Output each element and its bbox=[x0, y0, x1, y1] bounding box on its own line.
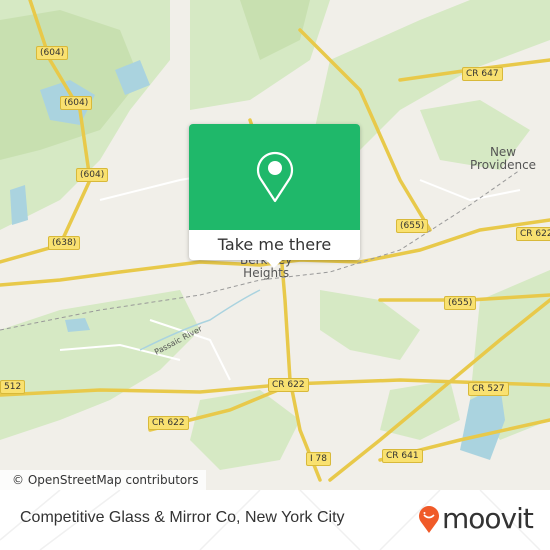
road-label: CR 622 bbox=[516, 227, 550, 241]
attribution[interactable]: © OpenStreetMap contributors bbox=[0, 470, 207, 490]
road-label: CR 641 bbox=[382, 449, 423, 463]
road-label: CR 647 bbox=[462, 67, 503, 81]
road-label: (638) bbox=[48, 236, 81, 250]
moovit-pin-icon bbox=[419, 505, 439, 533]
road-label: 512 bbox=[0, 380, 26, 394]
road-label: CR 622 bbox=[268, 378, 309, 392]
road-label: (655) bbox=[396, 219, 429, 233]
brand-name: moovit bbox=[442, 502, 534, 535]
map-pin-icon bbox=[256, 151, 293, 203]
road-label: I 78 bbox=[306, 452, 331, 466]
popup-pointer bbox=[265, 259, 283, 268]
take-me-there-button[interactable]: Take me there bbox=[189, 230, 360, 260]
location-popup: Take me there bbox=[189, 124, 360, 268]
road-label: CR 622 bbox=[148, 416, 189, 430]
moovit-logo[interactable]: moovit bbox=[418, 502, 534, 535]
place-title: Competitive Glass & Mirror Co, New York … bbox=[20, 509, 345, 526]
road-label: (655) bbox=[444, 296, 477, 310]
road-label: (604) bbox=[60, 96, 93, 110]
place-label-new-providence: New Providence bbox=[470, 145, 537, 172]
popup-header bbox=[189, 124, 360, 230]
road-label: CR 527 bbox=[468, 382, 509, 396]
road-label: (604) bbox=[76, 168, 109, 182]
road-label: (604) bbox=[36, 46, 69, 60]
